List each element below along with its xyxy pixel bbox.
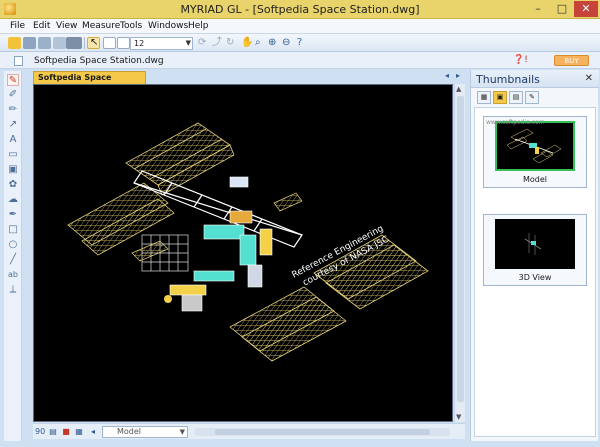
thumbnail-model-image: [495, 121, 575, 171]
layout-value: Model: [117, 427, 142, 436]
menu-file[interactable]: File: [10, 21, 25, 31]
maximize-button[interactable]: □: [551, 1, 573, 17]
background-color-icon[interactable]: ■: [61, 427, 71, 437]
main-toolbar: ↖ 12 ▼ ⟳ ⤴ ↻ ✋ ⌕ ⊕ ⊖ ?: [0, 34, 600, 52]
thumbnail-model-label: Model: [522, 175, 548, 184]
zoom-combobox[interactable]: 12 ▼: [130, 37, 193, 50]
menu-view[interactable]: View: [56, 21, 77, 31]
title-bar: MYRIAD GL - [Softpedia Space Station.dwg…: [0, 0, 600, 19]
pan-hand-icon[interactable]: ✋: [241, 37, 253, 49]
line-icon[interactable]: ╱: [7, 254, 19, 266]
menu-bar: File Edit View Measure Tools Windows Hel…: [0, 19, 600, 34]
save-icon[interactable]: [53, 37, 66, 49]
thumbnail-model[interactable]: www.softpedia.com Model: [483, 116, 587, 188]
thumbnails-list: www.softpedia.com Model 3D View: [474, 107, 596, 437]
layers-icon[interactable]: ▤: [48, 427, 58, 437]
vertical-scrollbar[interactable]: ▲ ▼: [454, 84, 465, 422]
zoom-in-icon[interactable]: ⊕: [268, 37, 276, 49]
dimension-icon[interactable]: ab: [7, 269, 19, 281]
file-icon: [14, 56, 23, 66]
chevron-down-icon[interactable]: ▼: [180, 427, 185, 437]
zoom-window-icon[interactable]: ⌕: [255, 37, 261, 49]
grid-icon[interactable]: ▦: [74, 427, 84, 437]
menu-help[interactable]: Help: [188, 21, 209, 31]
measure-icon[interactable]: ⟂: [7, 284, 19, 296]
thumbnails-tabs: ▦ ▣ ▤ ✎: [477, 91, 567, 105]
document-name: Softpedia Space Station.dwg: [34, 56, 164, 66]
print-icon[interactable]: [23, 37, 36, 49]
thumbnails-title: Thumbnails: [476, 73, 540, 86]
menu-tools[interactable]: Tools: [120, 21, 142, 31]
menu-measure[interactable]: Measure: [82, 21, 120, 31]
solar-array-lower-right: [229, 286, 347, 362]
panel-close-icon[interactable]: ✕: [585, 73, 593, 84]
scroll-left-icon[interactable]: ◂: [88, 427, 98, 437]
thumbnail-model-drawing: [506, 128, 562, 164]
tab-markups-icon[interactable]: ✎: [525, 91, 539, 104]
thumbnail-3d-view-label: 3D View: [518, 273, 552, 282]
window-title: MYRIAD GL - [Softpedia Space Station.dwg…: [180, 3, 420, 16]
ellipse-icon[interactable]: ○: [7, 239, 19, 251]
tab-scroll-right-icon[interactable]: ▸: [456, 71, 460, 80]
menu-edit[interactable]: Edit: [33, 21, 50, 31]
scroll-down-icon[interactable]: ▼: [456, 413, 461, 421]
orbit-icon[interactable]: ⤴: [212, 37, 222, 49]
highlighter-icon[interactable]: ✏: [7, 104, 19, 116]
context-help-icon[interactable]: ❓!: [513, 55, 533, 67]
horizontal-scroll-thumb[interactable]: [215, 429, 430, 435]
cloud-icon[interactable]: ☁: [7, 194, 19, 206]
scroll-thumb[interactable]: [457, 96, 464, 402]
brush-icon[interactable]: ✐: [7, 89, 19, 101]
buy-button[interactable]: BUY: [554, 55, 589, 66]
minimize-button[interactable]: –: [527, 1, 549, 17]
zoom-value: 12: [134, 39, 145, 48]
thumbnail-3d-drawing: [524, 233, 542, 255]
print-preview-icon[interactable]: [38, 37, 51, 49]
thumbnails-header: Thumbnails ✕: [471, 70, 599, 88]
angle-snap-icon[interactable]: 90: [35, 427, 45, 437]
layout-icon[interactable]: [66, 37, 82, 49]
tab-pages-icon[interactable]: ▦: [477, 91, 491, 104]
markup-edit-icon[interactable]: ✎: [7, 74, 19, 86]
close-button[interactable]: ✕: [574, 1, 598, 17]
thumbnails-panel: Thumbnails ✕ ▦ ▣ ▤ ✎ www.softpedia.com M…: [470, 70, 599, 441]
document-bar: Softpedia Space Station.dwg ❓! BUY: [0, 52, 600, 69]
bottom-bar: 90 ▤ ■ ▦ ◂ Model ▼: [33, 423, 465, 439]
image-tool-icon[interactable]: ▣: [7, 164, 19, 176]
stamp-icon[interactable]: ✿: [7, 179, 19, 191]
layout-select[interactable]: Model ▼: [102, 426, 188, 438]
thumbnail-3d-view[interactable]: 3D View: [483, 214, 587, 286]
horizontal-scrollbar[interactable]: [195, 428, 450, 436]
left-tool-strip: ✎ ✐ ✏ ↗ A ▭ ▣ ✿ ☁ ✒ □ ○ ╱ ab ⟂: [4, 71, 22, 441]
open-folder-icon[interactable]: [8, 37, 21, 49]
arrow-tool-icon[interactable]: ↗: [7, 119, 19, 131]
pen-icon[interactable]: ✒: [7, 209, 19, 221]
help-icon[interactable]: ?: [297, 37, 302, 49]
thumbnail-watermark: www.softpedia.com: [486, 119, 545, 126]
tab-scroll-left-icon[interactable]: ◂: [445, 71, 449, 80]
page-icon[interactable]: [103, 37, 116, 49]
thumbnail-3d-view-image: [495, 219, 575, 269]
drawing-tab[interactable]: Softpedia Space Station.dwg: [33, 71, 146, 94]
rotate-icon[interactable]: ↻: [226, 37, 234, 49]
tab-layers-icon[interactable]: ▤: [509, 91, 523, 104]
text-tool-icon[interactable]: A: [7, 134, 19, 146]
rectangle-icon[interactable]: □: [7, 224, 19, 236]
zoom-out-icon[interactable]: ⊖: [282, 37, 290, 49]
page-copy-icon[interactable]: [117, 37, 130, 49]
select-arrow-icon[interactable]: ↖: [87, 37, 100, 49]
tab-thumbnails-icon[interactable]: ▣: [493, 91, 507, 104]
toolbar-separator: [84, 37, 85, 49]
space-station-drawing: Reference Engineering courtesy of NASA J…: [67, 122, 429, 362]
drawing-canvas[interactable]: Reference Engineering courtesy of NASA J…: [33, 84, 453, 422]
note-icon[interactable]: ▭: [7, 149, 19, 161]
scroll-up-icon[interactable]: ▲: [456, 85, 461, 93]
menu-windows[interactable]: Windows: [148, 21, 188, 31]
refresh-icon[interactable]: ⟳: [198, 37, 206, 49]
chevron-down-icon[interactable]: ▼: [186, 38, 191, 49]
